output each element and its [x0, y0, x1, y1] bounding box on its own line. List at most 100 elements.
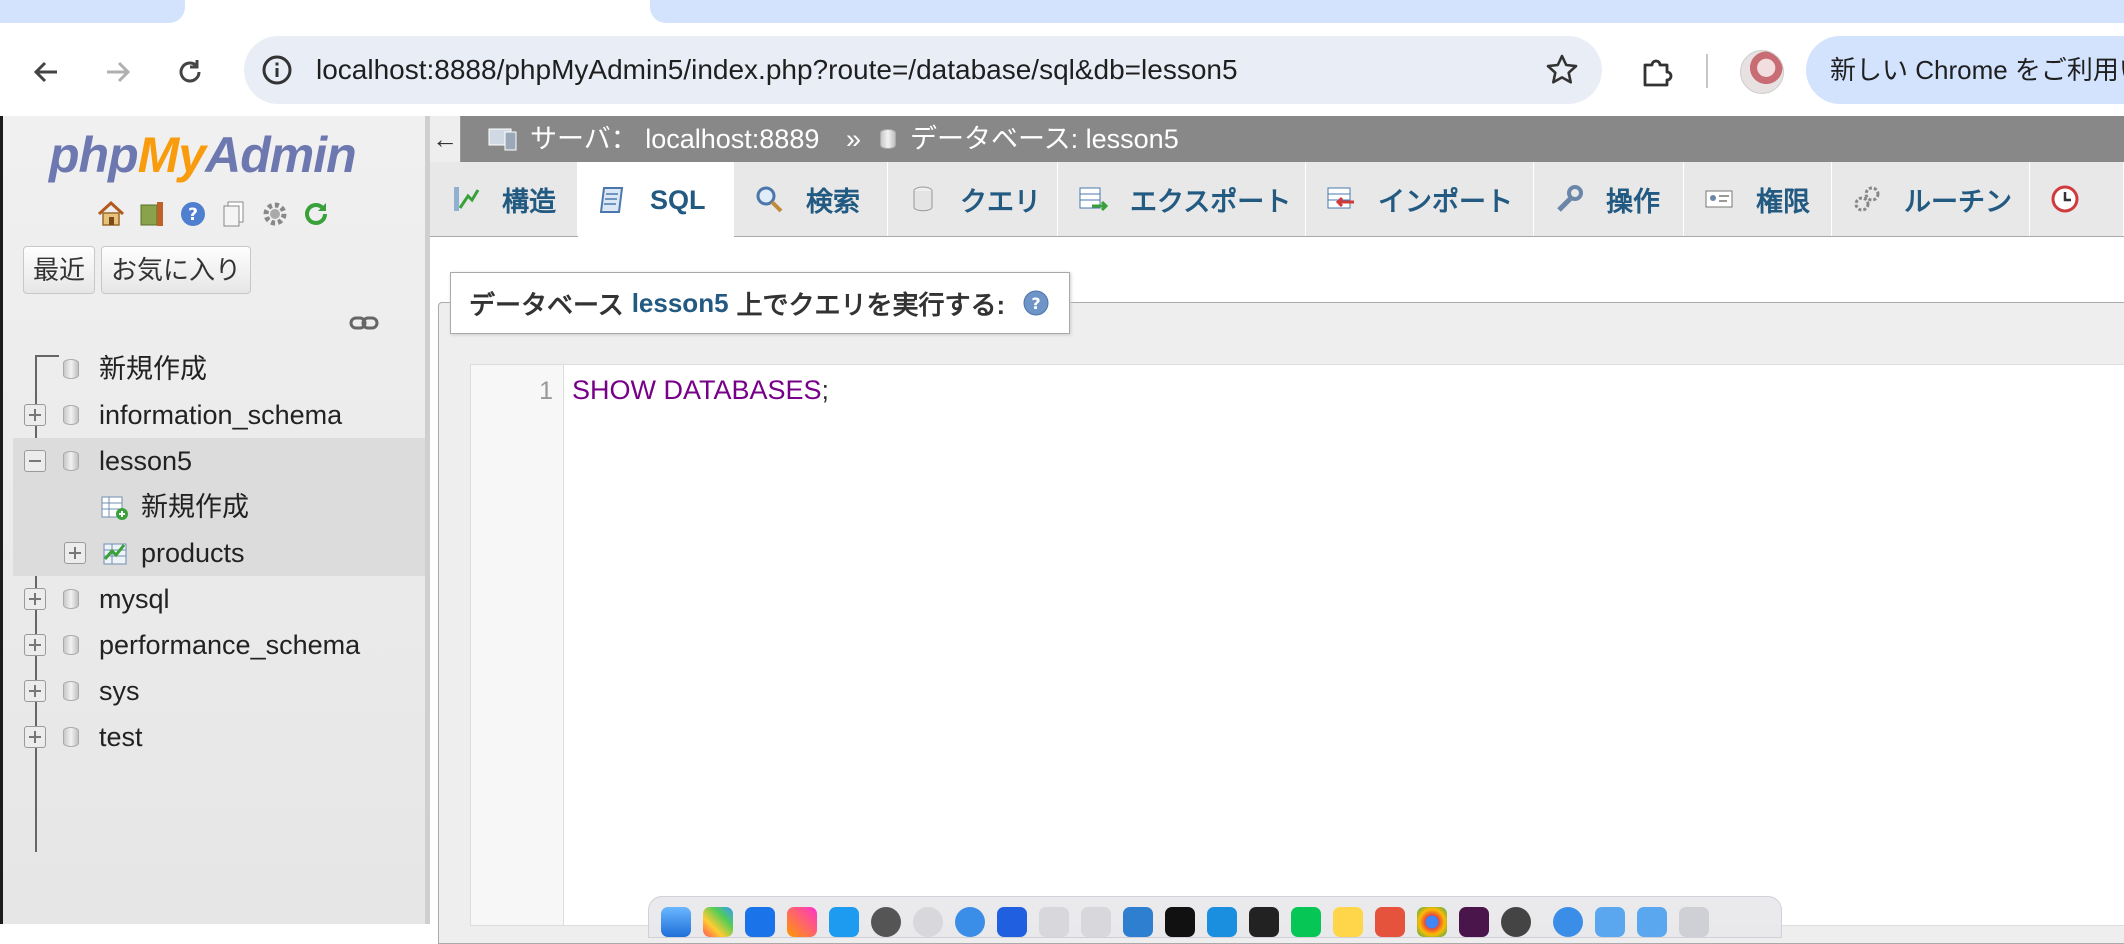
tree-item-label[interactable]: mysql [99, 576, 170, 622]
tree-item-new-table[interactable]: 新規作成 [13, 484, 425, 530]
dock-app-icon[interactable] [913, 907, 943, 937]
tree-item-label[interactable]: products [141, 530, 245, 576]
tab-label[interactable]: SQL [650, 185, 706, 216]
expand-icon[interactable] [24, 634, 46, 656]
phpmyadmin-logo[interactable]: phpMyAdmin [49, 126, 357, 184]
dock-app-icon[interactable] [1039, 907, 1069, 937]
tab-sql[interactable]: SQL [578, 162, 734, 238]
vscode-icon[interactable] [1123, 907, 1153, 937]
tab-events[interactable] [2030, 162, 2124, 236]
tab-structure[interactable]: 構造 [430, 162, 578, 236]
folder-icon[interactable] [1637, 907, 1667, 937]
folder-icon[interactable] [1595, 907, 1625, 937]
expand-icon[interactable] [24, 680, 46, 702]
tab-export[interactable]: エクスポート [1058, 162, 1306, 236]
tab-label[interactable]: ルーチン [1904, 180, 2012, 219]
expand-icon[interactable] [24, 404, 46, 426]
dock-app-icon[interactable] [1081, 907, 1111, 937]
back-arrow-icon[interactable] [24, 50, 68, 94]
sql-punctuation[interactable]: ; [822, 375, 830, 405]
tree-item-performance-schema[interactable]: performance_schema [3, 622, 425, 668]
tab-query[interactable]: クエリ [888, 162, 1058, 236]
launchpad-icon[interactable] [703, 907, 733, 937]
tree-item-label[interactable]: lesson5 [99, 438, 192, 484]
tab-label[interactable]: インポート [1378, 180, 1513, 219]
logout-icon[interactable] [136, 198, 168, 230]
breadcrumb-database[interactable]: データベース: lesson5 [910, 116, 1179, 162]
app-store-icon[interactable] [829, 907, 859, 937]
safari-icon[interactable] [955, 907, 985, 937]
url-text[interactable]: localhost:8888/phpMyAdmin5/index.php?rou… [316, 36, 1238, 104]
tree-item-label[interactable]: sys [99, 668, 140, 714]
tab-routines[interactable]: ルーチン [1832, 162, 2030, 236]
browser-tab[interactable] [0, 0, 185, 23]
tree-item-products[interactable]: products [13, 530, 425, 576]
tree-item-label[interactable]: performance_schema [99, 622, 360, 668]
expand-icon[interactable] [24, 588, 46, 610]
finder-icon[interactable] [661, 907, 691, 937]
reload-icon[interactable] [168, 50, 212, 94]
panel-resize-handle[interactable] [425, 116, 430, 924]
address-bar[interactable]: localhost:8888/phpMyAdmin5/index.php?rou… [244, 36, 1602, 104]
bookmark-star-icon[interactable] [1542, 50, 1582, 90]
tree-item-sys[interactable]: sys [3, 668, 425, 714]
tab-label[interactable]: 権限 [1756, 180, 1810, 219]
tab-operations[interactable]: 操作 [1534, 162, 1684, 236]
terminal-icon[interactable] [1249, 907, 1279, 937]
dock-app-icon[interactable] [1375, 907, 1405, 937]
profile-avatar[interactable] [1740, 50, 1784, 94]
notes-icon[interactable] [1333, 907, 1363, 937]
tree-item-lesson5[interactable]: lesson5 [13, 438, 425, 484]
extensions-puzzle-icon[interactable] [1634, 50, 1678, 94]
expand-icon[interactable] [64, 542, 86, 564]
line-icon[interactable] [1291, 907, 1321, 937]
legend-database-link[interactable]: lesson5 [632, 288, 729, 319]
prime-video-icon[interactable] [1207, 907, 1237, 937]
photos-icon[interactable] [787, 907, 817, 937]
settings-gear-icon[interactable] [259, 198, 291, 230]
tree-item-mysql[interactable]: mysql [3, 576, 425, 622]
tree-item-label[interactable]: 新規作成 [141, 484, 249, 530]
tab-label[interactable]: エクスポート [1130, 180, 1291, 219]
promo-text[interactable]: 新しい Chrome をご利用い [1830, 36, 2124, 104]
github-icon[interactable] [1165, 907, 1195, 937]
chrome-promo-chip[interactable]: 新しい Chrome をご利用い [1806, 36, 2124, 104]
zoom-icon[interactable] [997, 907, 1027, 937]
slack-icon[interactable] [1459, 907, 1489, 937]
favorite-tables-button[interactable]: お気に入り [101, 246, 252, 294]
tab-label[interactable]: 構造 [502, 180, 556, 219]
sql-keyword[interactable]: SHOW DATABASES [572, 375, 822, 405]
sql-code[interactable]: SHOW DATABASES; [572, 375, 829, 406]
downloads-icon[interactable] [1553, 907, 1583, 937]
site-info-icon[interactable] [258, 51, 296, 89]
link-with-main-panel-icon[interactable] [349, 312, 379, 334]
chrome-icon[interactable] [1417, 907, 1447, 937]
recent-tables-button[interactable]: 最近 [23, 246, 96, 294]
collapse-navigation-button[interactable]: ← [430, 116, 461, 162]
tab-label[interactable]: 検索 [806, 180, 860, 219]
tab-privileges[interactable]: 権限 [1684, 162, 1832, 236]
forward-arrow-icon[interactable] [96, 50, 140, 94]
mail-icon[interactable] [745, 907, 775, 937]
tab-label[interactable]: 操作 [1606, 180, 1660, 219]
tree-item-label[interactable]: information_schema [99, 392, 342, 438]
breadcrumb-server[interactable]: サーバ： localhost:8889 [530, 116, 819, 162]
reload-navigation-icon[interactable] [300, 198, 332, 230]
tree-item-new-database[interactable]: 新規作成 [3, 346, 425, 392]
expand-icon[interactable] [24, 726, 46, 748]
sql-editor[interactable]: 1 SHOW DATABASES; [470, 364, 2124, 926]
tab-search[interactable]: 検索 [734, 162, 888, 236]
tree-item-information-schema[interactable]: information_schema [3, 392, 425, 438]
tree-item-label[interactable]: test [99, 714, 143, 760]
documentation-icon[interactable] [218, 198, 250, 230]
help-icon[interactable]: ? [1021, 288, 1051, 318]
dock-app-icon[interactable] [1501, 907, 1531, 937]
browser-tab[interactable] [650, 0, 2124, 23]
tree-item-test[interactable]: test [3, 714, 425, 760]
system-settings-icon[interactable] [871, 907, 901, 937]
tree-item-label[interactable]: 新規作成 [99, 346, 207, 392]
tab-label[interactable]: クエリ [960, 180, 1041, 219]
trash-icon[interactable] [1679, 907, 1709, 937]
collapse-icon[interactable] [24, 450, 46, 472]
help-icon[interactable]: ? [177, 198, 209, 230]
